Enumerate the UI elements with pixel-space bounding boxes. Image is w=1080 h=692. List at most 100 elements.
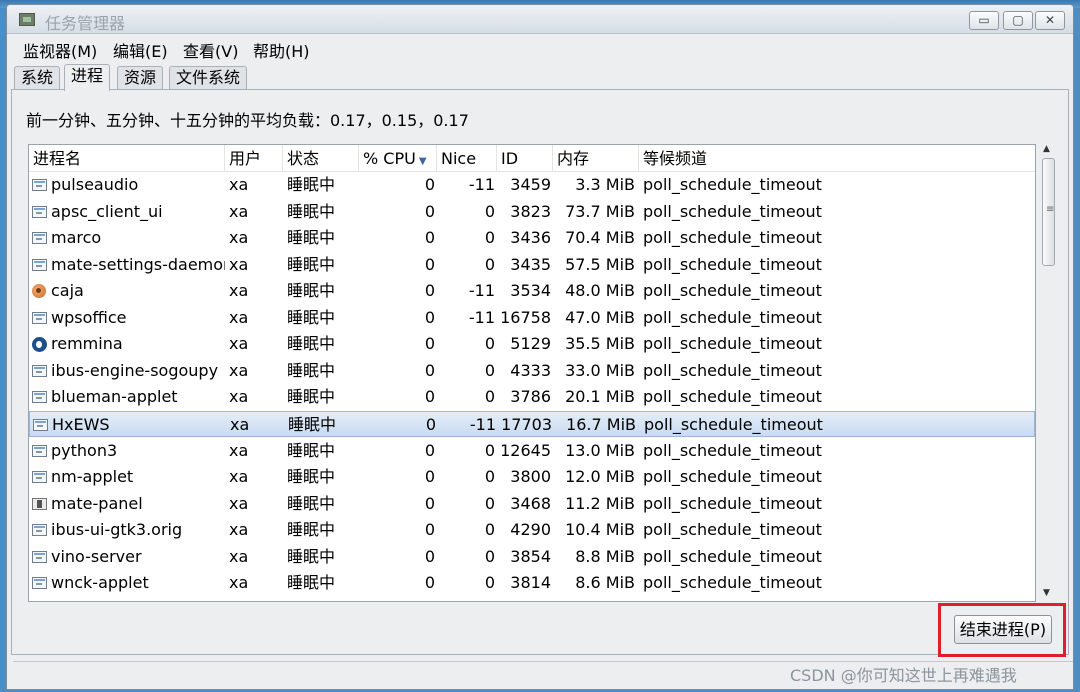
column-header-cpu[interactable]: % CPU ▼ — [359, 145, 437, 172]
process-nice: 0 — [484, 228, 495, 248]
process-nice: 0 — [484, 440, 495, 460]
process-name: caja — [51, 281, 84, 301]
process-id: 5129 — [510, 334, 551, 354]
process-wchan: poll_schedule_timeout — [643, 281, 822, 301]
menu-edit[interactable]: 编辑(E) — [113, 38, 168, 62]
process-nice: 0 — [484, 573, 495, 593]
app-window-icon — [32, 232, 47, 245]
process-cpu: 0 — [424, 520, 435, 540]
process-list-header: 进程名 用户 状态 % CPU ▼ Nice ID 内存 等候频道 — [29, 145, 1035, 172]
process-nice: 0 — [484, 467, 495, 487]
maximize-button[interactable]: ▢ — [1003, 11, 1033, 30]
process-memory: 8.8 MiB — [575, 546, 635, 566]
processes-panel: 前一分钟、五分钟、十五分钟的平均负载：0.17，0.15，0.17 进程名 用户… — [11, 89, 1069, 655]
table-row[interactable]: apsc_client_ui xa 睡眠中 0 0 3823 73.7 MiB poll_sc… — [29, 199, 1035, 226]
app-window-icon — [32, 577, 47, 590]
process-id: 4333 — [510, 360, 551, 380]
process-nice: 0 — [484, 254, 495, 274]
minimize-button[interactable]: ▭ — [969, 11, 999, 30]
table-row[interactable]: marco xa 睡眠中 0 0 3436 70.4 MiB poll_schedule_ti… — [29, 225, 1035, 252]
scrollbar-thumb[interactable]: ≡ — [1042, 158, 1055, 266]
table-row[interactable]: ibus-engine-sogoupy xa 睡眠中 0 0 4333 33.0 MiB po… — [29, 358, 1035, 385]
process-user: xa — [229, 440, 249, 460]
process-name: marco — [51, 228, 102, 248]
process-nice: 0 — [484, 201, 495, 221]
tab-resources[interactable]: 资源 — [117, 66, 164, 90]
menu-monitor[interactable]: 监视器(M) — [23, 38, 97, 62]
app-window-icon — [32, 258, 47, 271]
table-row[interactable]: mate-panel xa 睡眠中 0 0 3468 11.2 MiB poll_schedu… — [29, 491, 1035, 518]
table-row[interactable]: wpsoffice xa 睡眠中 0 -11 16758 47.0 MiB poll_sche… — [29, 305, 1035, 332]
process-wchan: poll_schedule_timeout — [643, 360, 822, 380]
app-window-icon — [33, 418, 48, 431]
table-row[interactable]: caja xa 睡眠中 0 -11 3534 48.0 MiB poll_schedule_t… — [29, 278, 1035, 305]
column-header-state[interactable]: 状态 — [283, 145, 359, 172]
process-name: mate-settings-daemon — [51, 254, 225, 274]
process-list-scrollbar[interactable]: ▲ ≡ ▼ — [1041, 144, 1057, 602]
process-id: 4290 — [510, 520, 551, 540]
column-header-nice[interactable]: Nice — [437, 145, 497, 172]
table-row[interactable]: remmina xa 睡眠中 0 0 5129 35.5 MiB poll_schedule_… — [29, 331, 1035, 358]
table-row-selected[interactable]: HxEWS xa 睡眠中 0 -11 17703 16.7 MiB poll_schedule… — [29, 410, 1035, 438]
tab-processes[interactable]: 进程 — [64, 64, 111, 91]
watermark-text: CSDN @你可知这世上再难遇我 — [790, 666, 1017, 685]
process-user: xa — [229, 546, 249, 566]
process-cpu: 0 — [424, 573, 435, 593]
table-row[interactable]: blueman-applet xa 睡眠中 0 0 3786 20.1 MiB poll_sc… — [29, 384, 1035, 411]
process-id: 3435 — [510, 254, 551, 274]
app-window-icon — [32, 524, 47, 537]
process-state: 睡眠中 — [287, 387, 336, 407]
process-id: 3534 — [510, 281, 551, 301]
process-memory: 11.2 MiB — [565, 493, 635, 513]
menu-help[interactable]: 帮助(H) — [253, 38, 310, 62]
process-user: xa — [229, 281, 249, 301]
process-wchan: poll_schedule_timeout — [643, 546, 822, 566]
process-user: xa — [229, 573, 249, 593]
tab-file-systems[interactable]: 文件系统 — [169, 66, 248, 90]
process-memory: 8.6 MiB — [575, 573, 635, 593]
process-id: 3854 — [510, 546, 551, 566]
column-header-memory[interactable]: 内存 — [553, 145, 639, 172]
process-wchan: poll_schedule_timeout — [643, 520, 822, 540]
process-wchan: poll_schedule_timeout — [643, 573, 822, 593]
table-row[interactable]: mate-settings-daemon xa 睡眠中 0 0 3435 57.5 MiB p… — [29, 252, 1035, 279]
mate-panel-icon — [32, 497, 47, 510]
remmina-icon — [32, 337, 47, 353]
table-row[interactable]: nm-applet xa 睡眠中 0 0 3800 12.0 MiB poll_schedul… — [29, 464, 1035, 491]
process-memory: 3.3 MiB — [575, 175, 635, 194]
scroll-down-icon[interactable]: ▼ — [1043, 588, 1050, 598]
process-wchan: poll_schedule_timeout — [643, 254, 822, 274]
table-row[interactable]: vino-server xa 睡眠中 0 0 3854 8.8 MiB poll_schedu… — [29, 544, 1035, 571]
app-window-icon — [32, 311, 47, 324]
process-cpu: 0 — [424, 201, 435, 221]
tab-system[interactable]: 系统 — [14, 66, 61, 90]
column-header-name[interactable]: 进程名 — [29, 145, 225, 172]
process-cpu: 0 — [424, 360, 435, 380]
process-list[interactable]: 进程名 用户 状态 % CPU ▼ Nice ID 内存 等候频道 pulseau… — [28, 144, 1036, 602]
process-cpu: 0 — [424, 493, 435, 513]
window-title: 任务管理器 — [45, 14, 126, 33]
end-process-button[interactable]: 结束进程(P) — [954, 615, 1052, 644]
menu-view[interactable]: 查看(V) — [183, 38, 238, 62]
table-row[interactable]: pulseaudio xa 睡眠中 0 -11 3459 3.3 MiB poll_sched… — [29, 172, 1035, 199]
table-row[interactable]: python3 xa 睡眠中 0 0 12645 13.0 MiB poll_schedule… — [29, 438, 1035, 465]
app-window-icon — [32, 444, 47, 457]
process-wchan: poll_schedule_timeout — [643, 467, 822, 487]
close-button[interactable]: ✕ — [1035, 11, 1065, 30]
process-nice: 0 — [484, 520, 495, 540]
process-name: vino-server — [51, 546, 142, 566]
title-bar[interactable]: 任务管理器 ▭ ▢ ✕ — [7, 5, 1073, 34]
process-id: 12645 — [500, 440, 551, 460]
column-header-user[interactable]: 用户 — [225, 145, 283, 172]
table-row[interactable]: wnck-applet xa 睡眠中 0 0 3814 8.6 MiB poll_schedu… — [29, 570, 1035, 597]
column-header-wchan[interactable]: 等候频道 — [639, 145, 1037, 172]
process-wchan: poll_schedule_timeout — [643, 493, 822, 513]
column-header-id[interactable]: ID — [497, 145, 553, 172]
process-nice: -11 — [468, 175, 495, 194]
table-row[interactable]: ibus-ui-gtk3.orig xa 睡眠中 0 0 4290 10.4 MiB poll… — [29, 517, 1035, 544]
process-state: 睡眠中 — [287, 360, 336, 380]
process-cpu: 0 — [425, 414, 436, 434]
column-header-cpu-label: % CPU — [363, 149, 416, 168]
scroll-up-icon[interactable]: ▲ — [1043, 144, 1050, 154]
process-user: xa — [229, 467, 249, 487]
